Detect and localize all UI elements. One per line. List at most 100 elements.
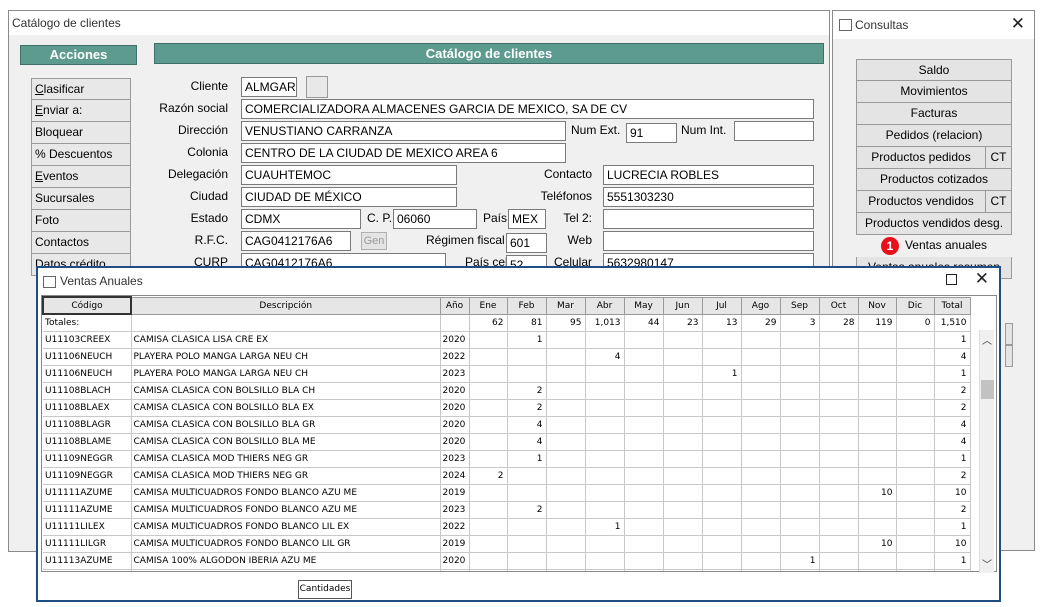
table-cell: CAMISA CLASICA LISA CRE EX [131, 331, 441, 349]
razon-social-field[interactable]: COMERCIALIZADORA ALMACENES GARCIA DE MEX… [241, 99, 814, 119]
ciudad-field[interactable]: CIUDAD DE MÉXICO [241, 187, 457, 207]
table-cell [741, 399, 781, 417]
column-header[interactable]: Dic [895, 296, 935, 315]
table-cell: U11111AZUME [43, 501, 132, 519]
consulta-item-3[interactable]: Pedidos (relacion) [856, 125, 1012, 147]
table-row[interactable]: U11111AZUME CAMISA MULTICUADROS FONDO BLA… [43, 484, 971, 502]
direccion-field[interactable]: VENUSTIANO CARRANZA [241, 121, 566, 141]
consultas-extra-button-2[interactable] [1005, 345, 1013, 367]
vertical-scrollbar[interactable]: ︿ ﹀ [979, 330, 994, 573]
scroll-down-icon[interactable]: ﹀ [982, 556, 992, 571]
table-row[interactable]: U11113AZUMECAMISA 100% ALGODON IBERIA AZ… [43, 552, 971, 570]
table-cell [896, 569, 935, 571]
column-header[interactable]: Oct [818, 296, 859, 315]
table-row[interactable]: U11108BLACH CAMISA CLASICA CON BOLSILLO B… [43, 382, 971, 400]
table-row[interactable]: U11106NEUCH PLAYERA POLO MANGA LARGA NEU … [43, 365, 971, 383]
table-row[interactable]: U11109NEGGR CAMISA CLASICA MOD THIERS NEG… [43, 467, 971, 485]
table-row[interactable]: U11106NEUCH PLAYERA POLO MANGA LARGA NEU … [43, 348, 971, 366]
column-header[interactable]: Feb [506, 296, 547, 315]
column-header[interactable]: Total [933, 296, 971, 315]
consulta-item-6[interactable]: Productos vendidos CT [856, 191, 1012, 213]
acciones-item-1[interactable]: Enviar a: [31, 100, 131, 122]
table-cell [546, 450, 586, 468]
table-row[interactable]: U11109NEGGR CAMISA CLASICA MOD THIERS NEG… [43, 450, 971, 468]
table-cell [819, 535, 859, 553]
consulta-ct-button[interactable]: CT [985, 191, 1011, 212]
table-cell [585, 569, 625, 571]
acciones-item-4[interactable]: Eventos [31, 166, 131, 188]
column-header[interactable]: Año [439, 296, 470, 315]
consulta-item-4[interactable]: Productos pedidos CT [856, 147, 1012, 169]
table-row[interactable]: U11111LILGR CAMISA MULTICUADROS FONDO BLA… [43, 535, 971, 553]
acciones-item-7[interactable]: Contactos [31, 232, 131, 254]
telefonos-field[interactable]: 5551303230 [603, 187, 814, 207]
table-row[interactable]: U11111LILEX CAMISA MULTICUADROS FONDO BLA… [43, 518, 971, 536]
num-int-label: Num Int. [681, 123, 727, 137]
table-row[interactable]: U11108BLAGR CAMISA CLASICA CON BOLSILLO B… [43, 416, 971, 434]
column-header[interactable]: Mar [545, 296, 586, 315]
table-cell [546, 484, 586, 502]
consultas-extra-button[interactable] [1005, 323, 1013, 345]
column-header[interactable]: Descripción [130, 296, 441, 315]
column-header[interactable]: Ene [468, 296, 508, 315]
acciones-item-6[interactable]: Foto [31, 210, 131, 232]
table-row[interactable]: U11108BLAME CAMISA CLASICA CON BOLSILLO B… [43, 433, 971, 451]
column-header[interactable]: Ago [740, 296, 781, 315]
acciones-item-5[interactable]: Sucursales [31, 188, 131, 210]
consulta-item-1[interactable]: Movimientos [856, 81, 1012, 103]
maximize-icon[interactable] [946, 274, 957, 285]
consulta-ct-button[interactable]: CT [985, 147, 1011, 168]
table-cell: 2023 [440, 450, 470, 468]
close-icon[interactable]: ✕ [1011, 14, 1025, 34]
estado-field[interactable]: CDMX [241, 209, 361, 229]
table-cell: CAMISA CLASICA MOD THIERS NEG GR [131, 467, 441, 485]
acciones-item-0[interactable]: Clasificar [31, 78, 131, 100]
colonia-field[interactable]: CENTRO DE LA CIUDAD DE MEXICO AREA 6 [241, 143, 566, 163]
table-row[interactable]: U11108BLAEX CAMISA CLASICA CON BOLSILLO B… [43, 399, 971, 417]
rfc-field[interactable]: CAG0412176A6 [241, 231, 351, 251]
consulta-item-0[interactable]: Saldo [856, 59, 1012, 81]
column-header[interactable]: Abr [584, 296, 625, 315]
column-header[interactable]: Sep [779, 296, 820, 315]
close-icon[interactable]: ✕ [975, 269, 989, 289]
table-cell [702, 433, 742, 451]
consulta-item-7[interactable]: Productos vendidos desg. [856, 213, 1012, 235]
gen-rfc-button[interactable]: Gen [361, 232, 387, 250]
tab-cantidades[interactable]: Cantidades [298, 580, 352, 599]
scroll-thumb[interactable] [981, 380, 994, 399]
acciones-item-2[interactable]: Bloquear [31, 122, 131, 144]
table-cell [624, 416, 664, 434]
tel2-field[interactable] [603, 209, 814, 229]
contacto-field[interactable]: LUCRECIA ROBLES [603, 165, 814, 185]
num-ext-field[interactable]: 91 [626, 123, 677, 143]
delegacion-field[interactable]: CUAUHTEMOC [241, 165, 457, 185]
column-header[interactable]: May [623, 296, 664, 315]
acciones-item-3[interactable]: % Descuentos [31, 144, 131, 166]
totals-row[interactable]: Totales: 62 81 95 1,013 44 23 13 29 3 28 119 0 1,510 [43, 314, 971, 332]
table-cell [741, 569, 781, 571]
num-int-field[interactable] [734, 121, 814, 141]
consulta-item-2[interactable]: Facturas [856, 103, 1012, 125]
column-header[interactable]: Jun [662, 296, 703, 315]
cliente-field[interactable]: ALMGAR [241, 77, 297, 97]
table-row[interactable]: U11113AZUMECAMISA 100% ALGODON IBERIA AZ… [43, 569, 971, 571]
pais-field[interactable]: MEX [508, 209, 546, 229]
table-cell: CAMISA CLASICA CON BOLSILLO BLA EX [131, 399, 441, 417]
table-cell [624, 552, 664, 570]
scroll-up-icon[interactable]: ︿ [982, 332, 992, 347]
column-header[interactable]: Nov [857, 296, 897, 315]
table-cell: 2024 [440, 467, 470, 485]
cp-field[interactable]: 06060 [393, 209, 477, 229]
table-cell [663, 535, 703, 553]
regimen-fiscal-field[interactable]: 601 [506, 233, 547, 253]
table-row[interactable]: U11103CREEX CAMISA CLASICA LISA CRE EX 202… [43, 331, 971, 349]
column-header[interactable]: Código [42, 296, 132, 315]
consulta-item-5[interactable]: Productos cotizados [856, 169, 1012, 191]
column-header[interactable]: Jul [701, 296, 742, 315]
table-row[interactable]: U11111AZUME CAMISA MULTICUADROS FONDO BLA… [43, 501, 971, 519]
cliente-lookup-button[interactable] [306, 76, 328, 98]
table-cell [663, 399, 703, 417]
consulta-item-label: Pedidos (relacion) [885, 128, 983, 142]
web-field[interactable] [603, 231, 814, 251]
consulta-item-8[interactable]: 1 Ventas anuales [856, 235, 1012, 257]
